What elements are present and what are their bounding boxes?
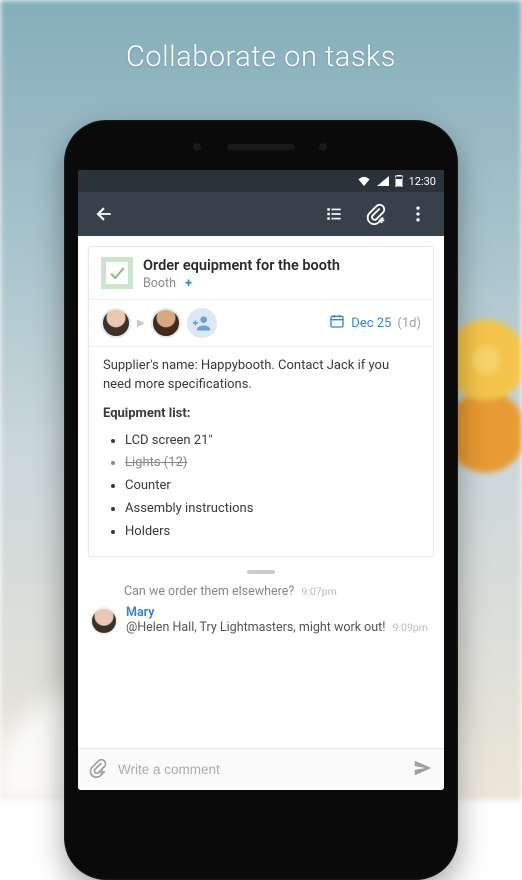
overflow-menu-button[interactable] bbox=[400, 196, 436, 232]
assignee-avatar[interactable] bbox=[151, 308, 181, 338]
cell-signal-icon bbox=[377, 176, 389, 186]
equipment-item[interactable]: Holders bbox=[125, 523, 419, 542]
statusbar-clock: 12:30 bbox=[409, 175, 436, 188]
task-title[interactable]: Order equipment for the booth bbox=[143, 257, 421, 274]
assignee-arrow-icon: ▶ bbox=[137, 318, 145, 329]
page-headline: Collaborate on tasks bbox=[0, 40, 522, 74]
attach-button[interactable] bbox=[358, 196, 394, 232]
comment-input[interactable] bbox=[118, 762, 402, 777]
comment-time: 9:09pm bbox=[393, 621, 428, 634]
phone-frame: 12:30 Order equipment fo bbox=[64, 120, 458, 880]
assignee-avatar[interactable] bbox=[101, 308, 131, 338]
calendar-icon bbox=[329, 313, 345, 333]
equipment-item[interactable]: Counter bbox=[125, 477, 419, 496]
complete-checkbox[interactable] bbox=[101, 257, 133, 289]
equipment-item[interactable]: Assembly instructions bbox=[125, 500, 419, 519]
app-toolbar bbox=[78, 192, 444, 236]
equipment-item[interactable]: Lights (12) bbox=[125, 454, 419, 473]
comment-time: 9:07pm bbox=[301, 585, 336, 598]
due-date-text: Dec 25 bbox=[351, 316, 391, 331]
wifi-icon bbox=[357, 176, 371, 186]
back-button[interactable] bbox=[86, 196, 122, 232]
drag-handle[interactable] bbox=[78, 557, 444, 578]
comment-text: @Helen Hall, Try Lightmasters, might wor… bbox=[126, 620, 385, 635]
comment-avatar[interactable] bbox=[90, 607, 118, 635]
android-statusbar: 12:30 bbox=[78, 170, 444, 192]
comment-composer bbox=[78, 748, 444, 790]
add-assignee-button[interactable] bbox=[187, 308, 217, 338]
comment-text: Can we order them elsewhere? bbox=[124, 584, 294, 599]
attach-icon[interactable] bbox=[88, 758, 108, 782]
due-date[interactable]: Dec 25 (1d) bbox=[329, 313, 421, 333]
due-duration: (1d) bbox=[397, 316, 421, 331]
task-card: Order equipment for the booth Booth + ▶ bbox=[88, 246, 434, 557]
task-folder[interactable]: Booth bbox=[143, 276, 176, 291]
battery-icon bbox=[395, 175, 403, 187]
equipment-list-title: Equipment list: bbox=[103, 405, 419, 424]
equipment-list: LCD screen 21" Lights (12) Counter Assembly… bbox=[103, 432, 419, 542]
send-button[interactable] bbox=[412, 757, 434, 783]
comment[interactable]: Can we order them elsewhere? 9:07pm bbox=[124, 584, 432, 599]
comment-author[interactable]: Mary bbox=[126, 605, 154, 620]
task-description[interactable]: Supplier's name: Happybooth. Contact Jac… bbox=[103, 357, 419, 395]
phone-screen: 12:30 Order equipment fo bbox=[78, 170, 444, 790]
add-folder-button[interactable]: + bbox=[185, 276, 192, 291]
comment[interactable]: Mary @Helen Hall, Try Lightmasters, migh… bbox=[90, 605, 432, 635]
equipment-item[interactable]: LCD screen 21" bbox=[125, 432, 419, 451]
list-view-button[interactable] bbox=[316, 196, 352, 232]
